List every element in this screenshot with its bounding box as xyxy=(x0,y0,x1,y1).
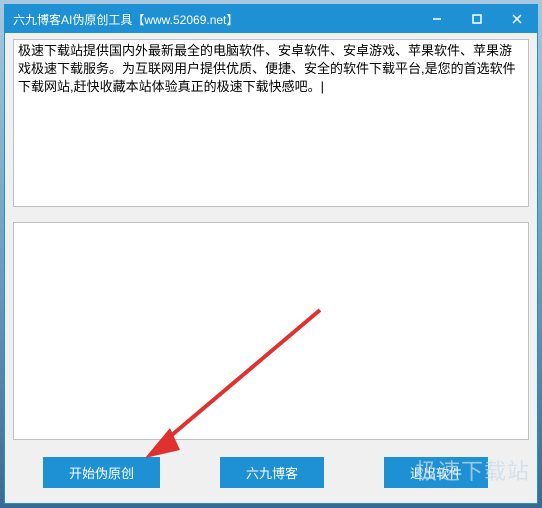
maximize-icon xyxy=(471,13,483,25)
exit-button[interactable]: 退出软件 xyxy=(384,457,488,488)
minimize-button[interactable] xyxy=(417,5,457,33)
content-area: 开始伪原创 六九博客 退出软件 xyxy=(5,33,537,496)
output-textarea[interactable] xyxy=(13,222,529,440)
minimize-icon xyxy=(431,13,443,25)
window-controls xyxy=(417,5,537,33)
close-icon xyxy=(511,13,523,25)
input-textarea[interactable] xyxy=(13,39,529,207)
maximize-button[interactable] xyxy=(457,5,497,33)
titlebar: 六九博客AI伪原创工具【www.52069.net】 xyxy=(5,5,537,33)
button-row: 开始伪原创 六九博客 退出软件 xyxy=(13,445,529,488)
app-window: 六九博客AI伪原创工具【www.52069.net】 开始伪原创 六九博客 退出… xyxy=(4,4,538,504)
start-button[interactable]: 开始伪原创 xyxy=(43,457,160,488)
blog-button[interactable]: 六九博客 xyxy=(220,457,324,488)
divider xyxy=(13,212,529,222)
close-button[interactable] xyxy=(497,5,537,33)
window-title: 六九博客AI伪原创工具【www.52069.net】 xyxy=(13,11,238,28)
